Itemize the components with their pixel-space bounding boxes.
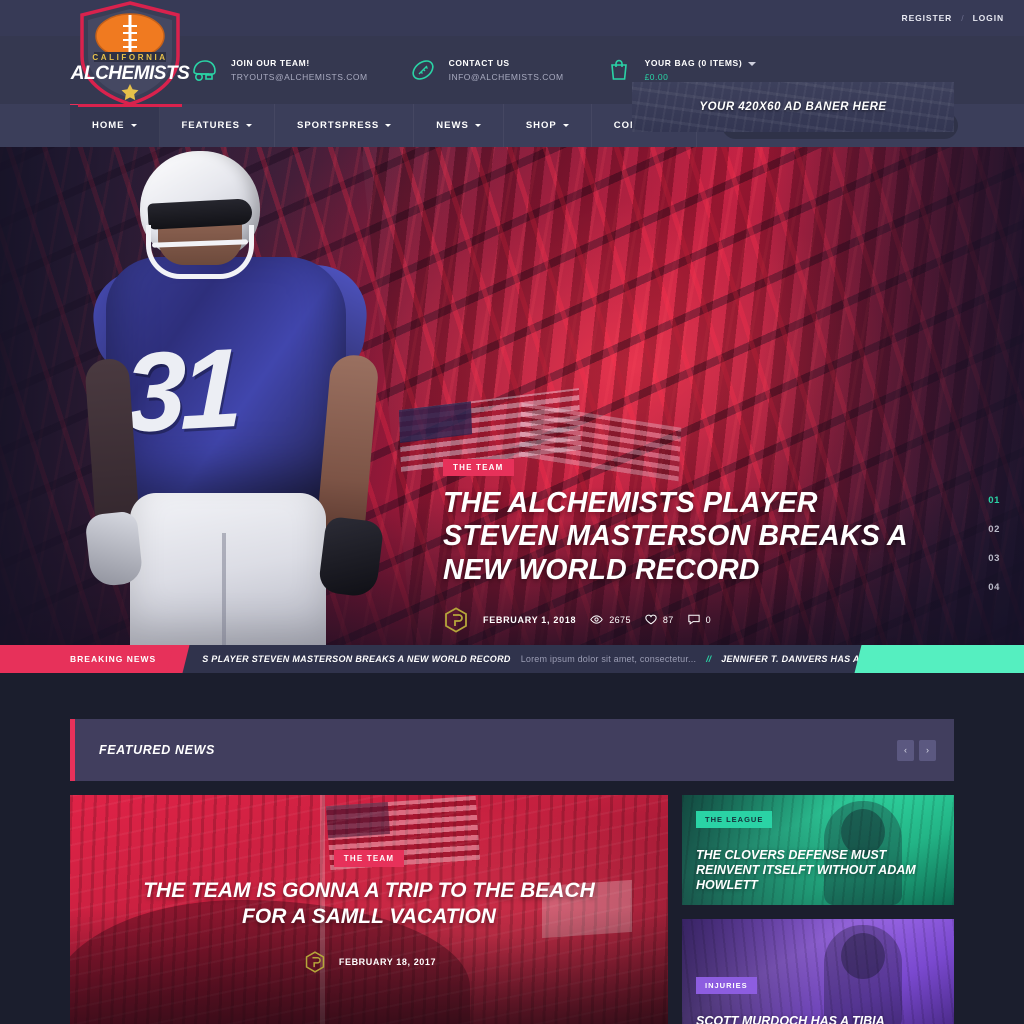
login-link[interactable]: LOGIN: [973, 13, 1004, 23]
football-icon: [408, 55, 438, 85]
hero-meta: FEBRUARY 1, 2018 2675 87 0: [443, 607, 913, 633]
slide-pager-04[interactable]: 04: [988, 582, 1000, 593]
featured-side-card-2[interactable]: INJURIES SCOTT MURDOCH HAS A TIBIA: [682, 919, 954, 1024]
card-date: MARCH 5, 2017: [696, 903, 940, 905]
featured-side-card-1[interactable]: THE LEAGUE THE CLOVERS DEFENSE MUST REIN…: [682, 795, 954, 905]
featured-main-card-body: THE TEAM THE TEAM IS GONNA A TRIP TO THE…: [70, 795, 668, 1024]
author-avatar-icon: [443, 607, 469, 633]
eye-icon: [590, 614, 603, 627]
hero-content: THE TEAM THE ALCHEMISTS PLAYER STEVEN MA…: [443, 457, 913, 633]
chevron-down-icon: [130, 124, 137, 127]
hero-comments[interactable]: 0: [688, 614, 711, 627]
cart-total: £0.00: [644, 72, 669, 82]
football-player-image: 31: [84, 147, 426, 645]
hero-slider-pagination: 01 02 03 04: [988, 495, 1000, 593]
chevron-down-icon: [385, 124, 392, 127]
nav-label: FEATURES: [181, 120, 240, 131]
nav-label: NEWS: [436, 120, 469, 131]
nav-item-shop[interactable]: SHOP: [504, 104, 592, 147]
link-separator: /: [961, 13, 964, 23]
main-content: FEATURED NEWS ‹ › THE TEAM THE TEAM IS G…: [0, 673, 1024, 1024]
heart-icon: [645, 614, 657, 627]
ad-banner[interactable]: YOUR 420X60 AD BANER HERE: [632, 82, 954, 132]
ticker-item-2-headline[interactable]: JENNIFER T. DANVERS HAS A SPRAINED WRIST…: [721, 654, 868, 664]
featured-main-card[interactable]: THE TEAM THE TEAM IS GONNA A TRIP TO THE…: [70, 795, 668, 1024]
card-title[interactable]: SCOTT MURDOCH HAS A TIBIA: [696, 1014, 940, 1024]
account-links: REGISTER / LOGIN: [902, 13, 1004, 23]
helmet-icon: [190, 55, 220, 85]
ticker-label: BREAKING NEWS: [0, 645, 179, 673]
header-contact-text: JOIN OUR TEAM! TRYOUTS@ALCHEMISTS.COM: [231, 58, 368, 82]
register-link[interactable]: REGISTER: [902, 13, 953, 23]
header-cart[interactable]: YOUR BAG (0 ITEMS) £0.00: [604, 55, 757, 85]
nav-label: HOME: [92, 120, 125, 131]
chevron-down-icon[interactable]: [748, 61, 757, 66]
featured-prev-button[interactable]: ‹: [897, 739, 914, 761]
card-meta: FEBRUARY 18, 2017: [302, 949, 436, 975]
featured-carousel-nav: ‹ ›: [897, 739, 954, 761]
views-count: 2675: [609, 615, 631, 626]
ticker-end-decoration: [868, 645, 1024, 673]
header-cart-text: YOUR BAG (0 ITEMS) £0.00: [645, 58, 757, 82]
author-avatar-icon: [302, 949, 328, 975]
contact-title: CONTACT US: [448, 58, 510, 68]
jersey-number: 31: [124, 325, 237, 456]
hero-views: 2675: [590, 614, 631, 627]
nav-item-features[interactable]: FEATURES: [160, 104, 275, 147]
card-body: INJURIES SCOTT MURDOCH HAS A TIBIA: [682, 919, 954, 1024]
hero-category-badge[interactable]: THE TEAM: [443, 459, 514, 476]
hero-likes[interactable]: 87: [645, 614, 674, 627]
featured-cards: THE TEAM THE TEAM IS GONNA A TRIP TO THE…: [70, 795, 954, 1024]
card-body: THE LEAGUE THE CLOVERS DEFENSE MUST REIN…: [682, 795, 954, 905]
comment-icon: [688, 614, 700, 627]
slide-pager-02[interactable]: 02: [988, 524, 1000, 535]
nav-item-home[interactable]: HOME: [70, 102, 160, 147]
card-title[interactable]: THE CLOVERS DEFENSE MUST REINVENT ITSELF…: [696, 848, 940, 893]
shopping-bag-icon: [604, 55, 634, 85]
site-logo[interactable]: CALIFORNIA ALCHEMISTS: [70, 0, 191, 108]
section-title: FEATURED NEWS: [99, 743, 215, 757]
header-contact-text: CONTACT US INFO@ALCHEMISTS.COM: [449, 58, 564, 82]
cart-title: YOUR BAG (0 ITEMS): [645, 58, 757, 68]
nav-item-sportspress[interactable]: SPORTSPRESS: [275, 104, 415, 147]
header-contact-join-team[interactable]: JOIN OUR TEAM! TRYOUTS@ALCHEMISTS.COM: [190, 55, 368, 85]
nav-items: HOME FEATURES SPORTSPRESS NEWS SHOP CONT…: [70, 102, 697, 147]
chevron-down-icon: [474, 124, 481, 127]
nav-label: SHOP: [525, 120, 557, 131]
featured-next-button[interactable]: ›: [919, 739, 936, 761]
header-contact-contact-us[interactable]: CONTACT US INFO@ALCHEMISTS.COM: [408, 55, 564, 85]
card-date: FEBRUARY 18, 2017: [338, 957, 437, 968]
svg-text:ALCHEMISTS: ALCHEMISTS: [70, 63, 190, 84]
hero-slider: 31 THE TEAM THE ALCHEMISTS PLAYER STEVEN…: [0, 147, 1024, 645]
chevron-down-icon: [246, 124, 252, 127]
comments-count: 0: [705, 615, 712, 626]
ticker-item-1-text: Lorem ipsum dolor sit amet, consectetur.…: [520, 654, 697, 664]
featured-side-cards: THE LEAGUE THE CLOVERS DEFENSE MUST REIN…: [682, 795, 954, 1024]
nav-item-news[interactable]: NEWS: [414, 104, 504, 147]
header-contact-group: JOIN OUR TEAM! TRYOUTS@ALCHEMISTS.COM CO…: [190, 55, 796, 85]
breaking-news-ticker: BREAKING NEWS S PLAYER STEVEN MASTERSON …: [0, 645, 1024, 673]
card-category-badge[interactable]: THE TEAM: [333, 849, 405, 867]
contact-sub: INFO@ALCHEMISTS.COM: [448, 72, 564, 82]
ticker-items: S PLAYER STEVEN MASTERSON BREAKS A NEW W…: [178, 645, 868, 673]
hero-date: FEBRUARY 1, 2018: [483, 615, 577, 626]
card-category-badge[interactable]: THE LEAGUE: [696, 811, 773, 828]
chevron-down-icon: [562, 124, 569, 127]
contact-title: JOIN OUR TEAM!: [231, 58, 310, 68]
slide-pager-03[interactable]: 03: [988, 553, 1000, 564]
nav-label: SPORTSPRESS: [297, 120, 380, 131]
slide-pager-01[interactable]: 01: [988, 495, 1000, 506]
ad-banner-label: YOUR 420X60 AD BANER HERE: [699, 101, 887, 113]
cart-label: YOUR BAG (0 ITEMS): [644, 58, 743, 68]
likes-count: 87: [662, 615, 674, 626]
featured-news-header: FEATURED NEWS ‹ ›: [70, 719, 954, 781]
ticker-separator: //: [706, 654, 712, 664]
ticker-item-1-headline[interactable]: S PLAYER STEVEN MASTERSON BREAKS A NEW W…: [202, 654, 510, 664]
contact-sub: TRYOUTS@ALCHEMISTS.COM: [231, 72, 368, 82]
card-category-badge[interactable]: INJURIES: [696, 977, 757, 994]
svg-text:CALIFORNIA: CALIFORNIA: [92, 53, 167, 62]
card-title[interactable]: THE TEAM IS GONNA A TRIP TO THE BEACH FO…: [134, 878, 604, 929]
hero-title[interactable]: THE ALCHEMISTS PLAYER STEVEN MASTERSON B…: [443, 487, 913, 587]
page-root: REGISTER / LOGIN JOIN OUR TEAM! TRYOUTS@…: [0, 0, 1024, 1024]
